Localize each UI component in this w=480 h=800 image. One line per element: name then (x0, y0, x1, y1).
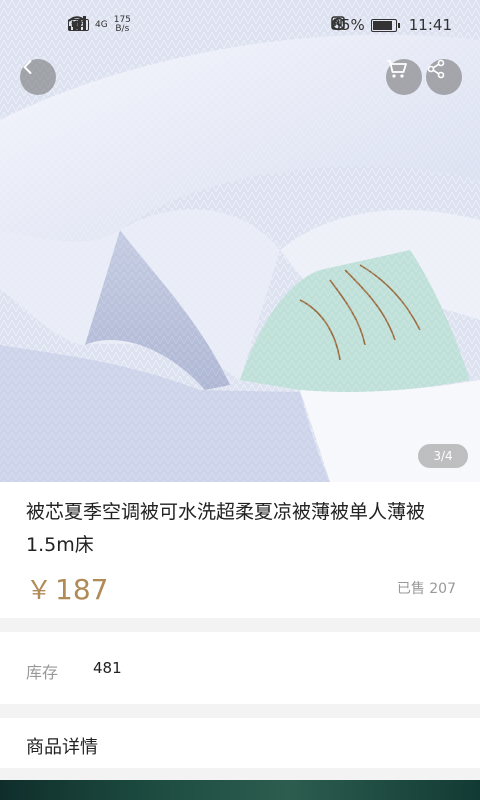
back-button[interactable] (20, 59, 56, 95)
share-button[interactable] (426, 59, 462, 95)
product-detail-header: 商品详情 (0, 718, 480, 768)
detail-label: 商品详情 (26, 737, 98, 758)
share-icon (427, 59, 445, 79)
product-image[interactable]: HD 4G 175 B/s (0, 0, 480, 482)
stock-label: 库存 (26, 663, 59, 682)
product-title: 被芯夏季空调被可水洗超柔夏凉被薄被单人薄被1.5m床 (26, 501, 426, 556)
wifi-icon (68, 16, 86, 30)
currency-symbol: ￥ (26, 576, 53, 606)
stock-row: 库存 481 (0, 632, 480, 704)
product-info-card: 被芯夏季空调被可水洗超柔夏凉被薄被单人薄被1.5m床 ￥ 187 已售 207 (0, 482, 480, 618)
price-value: 187 (55, 573, 109, 606)
network-type: 4G (95, 19, 108, 30)
chevron-left-icon (23, 60, 32, 74)
image-pager: 3/4 (418, 444, 468, 468)
product-price: ￥ 187 (26, 570, 108, 607)
alarm-icon (332, 17, 346, 31)
speed-unit: B/s (115, 24, 130, 34)
clock: 11:41 (408, 16, 452, 34)
detail-image-preview (0, 780, 480, 800)
cart-icon (387, 60, 407, 78)
sold-count: 已售 207 (396, 581, 456, 597)
battery-icon (370, 18, 400, 32)
cart-button[interactable] (386, 59, 422, 95)
stock-value: 481 (93, 659, 122, 677)
status-bar: HD 4G 175 B/s (0, 0, 480, 56)
battery-fill (372, 20, 392, 30)
network-speed: 175 B/s (114, 16, 131, 34)
